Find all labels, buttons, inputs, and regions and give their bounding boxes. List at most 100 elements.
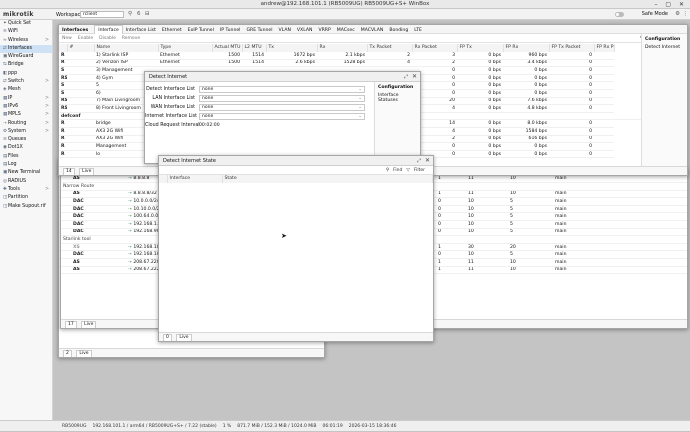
row-checkbox[interactable] [61, 220, 71, 229]
interface-list-select[interactable]: none ⌄ [199, 95, 365, 102]
column-header[interactable]: Type [158, 44, 213, 52]
window-controls[interactable]: – ▢ ✕ [654, 0, 687, 9]
state-filter[interactable]: Filter [414, 168, 425, 173]
sidebar-item-partition[interactable]: ◫Partition [0, 194, 52, 202]
column-header[interactable] [159, 175, 168, 183]
sidebar-item-ip[interactable]: ▦IP > [0, 95, 52, 103]
interfaces-side-panel: Configuration Detect Internet [641, 34, 687, 175]
column-header[interactable]: Tx Packet [367, 44, 413, 52]
safe-mode-toggle[interactable] [615, 12, 624, 17]
table-cell: Ethernet [158, 59, 212, 68]
disable-button[interactable]: Disable [99, 36, 116, 41]
status-item: 06:01:19 [322, 424, 343, 429]
detect-internet-header: Detect Internet ⤢ ✕ [145, 72, 420, 82]
sidebar-item-make-supout-rif[interactable]: ◫Make Supout.rif [0, 203, 52, 211]
routes-live-button[interactable]: Live [81, 321, 97, 328]
column-header[interactable]: Actual MTU [212, 44, 243, 52]
row-checkbox[interactable] [61, 205, 71, 214]
column-header[interactable]: State [222, 175, 433, 183]
table-cell: Ethernet [158, 51, 212, 60]
sidebar-item-bridge[interactable]: ⇆Bridge [0, 61, 52, 69]
row-checkbox[interactable] [61, 258, 71, 267]
sidebar-item-radius[interactable]: ◎RADIUS [0, 178, 52, 186]
sidebar-item-interfaces[interactable]: ⇄Interfaces [0, 44, 52, 54]
sidebar-item-wireless[interactable]: ≈Wireless > [0, 37, 52, 45]
column-header[interactable]: Interface [167, 175, 223, 183]
interface-list-select[interactable]: none ⌄ [199, 104, 365, 111]
new-button[interactable]: New [62, 36, 72, 41]
detect-internet-link[interactable]: Detect Internet [645, 45, 684, 50]
row-checkbox[interactable] [61, 190, 71, 199]
sidebar-item-mpls[interactable]: ▦MPLS > [0, 111, 52, 119]
sidebar-item-quick-set[interactable]: ✦Quick Set [0, 20, 52, 28]
row-checkbox[interactable] [61, 212, 71, 222]
sidebar-item-queues[interactable]: ≡Queues [0, 136, 52, 144]
sidebar-item-wifi[interactable]: ≋WiFi [0, 28, 52, 36]
row-checkbox[interactable] [61, 175, 71, 184]
sidebar-item-mesh[interactable]: ◈Mesh [0, 86, 52, 94]
table-cell: RS [59, 104, 67, 113]
state-find[interactable]: Find [393, 168, 402, 173]
table-cell: main [553, 258, 687, 267]
tab-interface[interactable]: Interface [94, 25, 123, 34]
table-cell: 2.6 kbps [266, 59, 317, 68]
row-checkbox[interactable] [61, 243, 71, 252]
hierarchy-icon[interactable]: ⊟ [145, 11, 150, 17]
workspace-select[interactable]: rclient [80, 11, 124, 18]
sidebar-item-files[interactable]: ▤Files [0, 153, 52, 161]
column-header[interactable]: FP Tx Packet [549, 44, 595, 52]
sidebar-item-wireguard[interactable]: ▣WireGuard [0, 53, 52, 61]
find-icon[interactable]: ⚲ [386, 168, 389, 173]
expand-icon[interactable]: ⤢ [404, 72, 408, 82]
table-cell: 0 bps [457, 59, 503, 68]
column-header[interactable]: # [67, 44, 95, 52]
column-header[interactable]: Name [94, 44, 159, 52]
column-header[interactable]: Rx Packet [412, 44, 458, 52]
column-header[interactable]: FP Rx P [594, 44, 615, 52]
sidebar-item-system[interactable]: ⚙System > [0, 128, 52, 136]
column-header[interactable] [59, 44, 68, 52]
remove-button[interactable]: Remove [122, 36, 140, 41]
settings-icon[interactable]: ⚙ [675, 11, 680, 17]
pin-icon[interactable]: ⚲ [128, 11, 132, 17]
filter-icon[interactable]: ▽ [406, 168, 409, 173]
sidebar-item-ppp[interactable]: ◧ppp [0, 70, 52, 78]
sidebar-item-routing[interactable]: ⇢Routing > [0, 120, 52, 128]
table-cell: 10 [466, 220, 508, 229]
enable-button[interactable]: Enable [78, 36, 93, 41]
row-checkbox[interactable] [61, 197, 71, 206]
state-live-button[interactable]: Live [176, 334, 192, 341]
column-header[interactable]: FP Tx [457, 44, 504, 52]
column-header[interactable]: Tx [266, 44, 318, 52]
column-header[interactable]: FP Rx [503, 44, 550, 52]
row-checkbox[interactable] [61, 228, 71, 237]
interface-list-select[interactable]: none ⌄ [199, 113, 365, 120]
sidebar-item-tools[interactable]: ✚Tools > [0, 186, 52, 194]
column-header[interactable]: Rx [317, 44, 368, 52]
table-cell: 0 [549, 81, 594, 91]
menu-icon[interactable]: ⋮ [683, 11, 689, 17]
interfaces-live-button[interactable]: Live [79, 168, 95, 175]
sidebar-item-dot1x[interactable]: ◉Dot1X [0, 144, 52, 152]
sidebar-item-log[interactable]: ▤Log [0, 161, 52, 169]
expand-icon[interactable]: ⤢ [417, 156, 421, 166]
sidebar-item-new-terminal[interactable]: ▣New Terminal [0, 169, 52, 177]
sidebar-item-ipv6[interactable]: ▦IPv6 > [0, 103, 52, 111]
close-icon[interactable]: ✕ [425, 156, 430, 166]
back-live-button[interactable]: Live [76, 350, 92, 357]
table-cell [503, 112, 549, 121]
sidebar-item-switch[interactable]: ⇄Switch > [0, 78, 52, 86]
table-cell: AS [71, 175, 126, 184]
column-header[interactable]: L2 MTU [242, 44, 267, 52]
row-checkbox[interactable] [61, 266, 71, 275]
close-icon[interactable]: ✕ [412, 72, 417, 82]
interfaces-count: 14 [63, 168, 75, 175]
row-checkbox[interactable] [61, 250, 71, 260]
table-cell: R [59, 127, 67, 136]
interface-list-select[interactable]: none ⌄ [199, 86, 365, 93]
cloud-interval-value[interactable]: 00:02:00 [199, 123, 220, 128]
table-row[interactable]: R 2) Verizon ISP Ethernet 1500 1514 2.6 kbps 1… [59, 59, 641, 68]
table-cell: 0 bps [457, 119, 503, 129]
table-row[interactable]: R 1) Starlink ISP Ethernet 1500 1514 1672 bps… [59, 51, 641, 60]
interface-statuses-link[interactable]: Interface Statuses [378, 93, 417, 103]
